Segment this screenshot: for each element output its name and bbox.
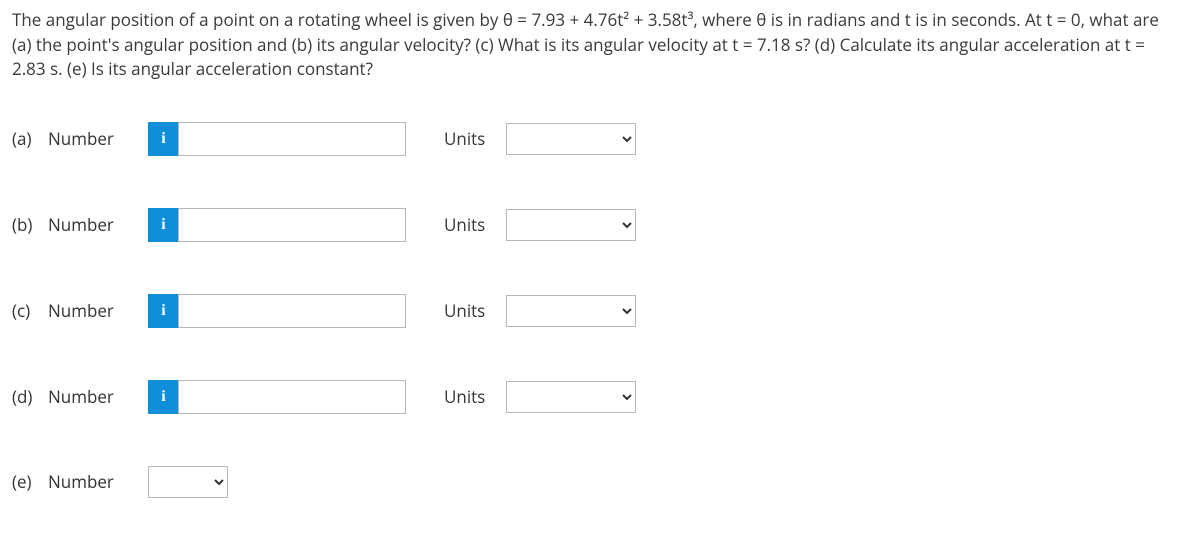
answer-select-e[interactable]	[148, 466, 228, 498]
info-icon[interactable]: i	[148, 380, 178, 414]
number-input-b[interactable]	[178, 208, 406, 242]
units-label: Units	[444, 213, 506, 236]
part-label-e: (e)	[12, 470, 48, 493]
units-select-c[interactable]	[506, 295, 636, 327]
number-label: Number	[48, 299, 148, 322]
units-label: Units	[444, 385, 506, 408]
answer-row-c: (c) Number i Units	[12, 294, 1170, 328]
part-label-d: (d)	[12, 385, 48, 408]
units-label: Units	[444, 299, 506, 322]
part-label-b: (b)	[12, 213, 48, 236]
answer-row-b: (b) Number i Units	[12, 208, 1170, 242]
units-select-a[interactable]	[506, 123, 636, 155]
number-input-d[interactable]	[178, 380, 406, 414]
units-label: Units	[444, 127, 506, 150]
problem-text: The angular position of a point on a rot…	[12, 8, 1159, 80]
number-label: Number	[48, 470, 148, 493]
answer-row-a: (a) Number i Units	[12, 122, 1170, 156]
part-label-c: (c)	[12, 299, 48, 322]
part-label-a: (a)	[12, 127, 48, 150]
info-icon[interactable]: i	[148, 208, 178, 242]
info-icon[interactable]: i	[148, 122, 178, 156]
number-input-a[interactable]	[178, 122, 406, 156]
number-input-c[interactable]	[178, 294, 406, 328]
answer-row-e: (e) Number	[12, 466, 1170, 498]
number-label: Number	[48, 385, 148, 408]
info-icon[interactable]: i	[148, 294, 178, 328]
units-select-d[interactable]	[506, 381, 636, 413]
answer-row-d: (d) Number i Units	[12, 380, 1170, 414]
units-select-b[interactable]	[506, 209, 636, 241]
problem-statement: The angular position of a point on a rot…	[12, 8, 1170, 82]
number-label: Number	[48, 127, 148, 150]
number-label: Number	[48, 213, 148, 236]
